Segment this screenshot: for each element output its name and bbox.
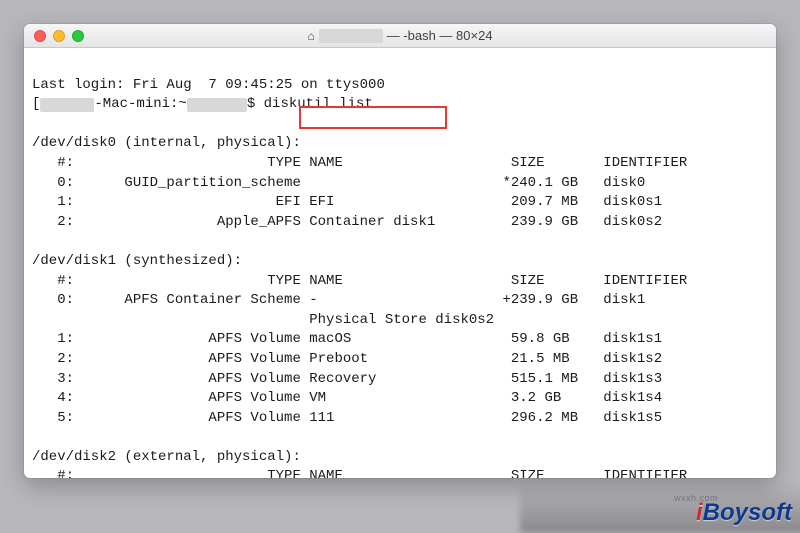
disk1-row: 2: APFS Volume Preboot 21.5 MB disk1s2 — [32, 351, 662, 367]
watermark-i: i — [696, 499, 703, 526]
prompt-host: -Mac-mini:~ — [94, 95, 186, 115]
disk1-row: 1: APFS Volume macOS 59.8 GB disk1s1 — [32, 331, 662, 347]
watermark-logo: iBoysoft — [696, 499, 792, 527]
terminal-body[interactable]: Last login: Fri Aug 7 09:45:25 on ttys00… — [24, 48, 776, 478]
disk1-phys: Physical Store disk0s2 — [32, 312, 494, 328]
disk1-row: 4: APFS Volume VM 3.2 GB disk1s4 — [32, 390, 662, 406]
disk0-row: 0: GUID_partition_scheme *240.1 GB disk0 — [32, 175, 645, 191]
disk1-cols: #: TYPE NAME SIZE IDENTIFIER — [32, 273, 687, 289]
disk1-row: 0: APFS Container Scheme - +239.9 GB dis… — [32, 292, 645, 308]
disk1-header: /dev/disk1 (synthesized): — [32, 253, 242, 269]
blurred-hostprefix — [40, 98, 94, 112]
disk0-row: 1: EFI EFI 209.7 MB disk0s1 — [32, 194, 662, 210]
disk2-header: /dev/disk2 (external, physical): — [32, 449, 301, 465]
terminal-window: ⌂ — -bash — 80×24 Last login: Fri Aug 7 … — [24, 24, 776, 478]
last-login-line: Last login: Fri Aug 7 09:45:25 on ttys00… — [32, 77, 385, 93]
disk0-cols: #: TYPE NAME SIZE IDENTIFIER — [32, 155, 687, 171]
disk0-header: /dev/disk0 (internal, physical): — [32, 135, 301, 151]
title-text: — -bash — 80×24 — [387, 28, 493, 43]
maximize-icon[interactable] — [72, 30, 84, 42]
disk0-row: 2: Apple_APFS Container disk1 239.9 GB d… — [32, 214, 662, 230]
blurred-user — [187, 98, 247, 112]
watermark-rest: Boysoft — [703, 499, 792, 526]
window-title: ⌂ — -bash — 80×24 — [24, 28, 776, 43]
close-icon[interactable] — [34, 30, 46, 42]
command-text: diskutil list — [264, 95, 373, 115]
minimize-icon[interactable] — [53, 30, 65, 42]
disk2-cols: #: TYPE NAME SIZE IDENTIFIER — [32, 468, 687, 478]
blurred-username — [319, 29, 383, 43]
traffic-lights — [24, 30, 84, 42]
disk1-row: 3: APFS Volume Recovery 515.1 MB disk1s3 — [32, 371, 662, 387]
titlebar[interactable]: ⌂ — -bash — 80×24 — [24, 24, 776, 48]
home-icon: ⌂ — [307, 29, 314, 43]
disk1-row: 5: APFS Volume 111 296.2 MB disk1s5 — [32, 410, 662, 426]
